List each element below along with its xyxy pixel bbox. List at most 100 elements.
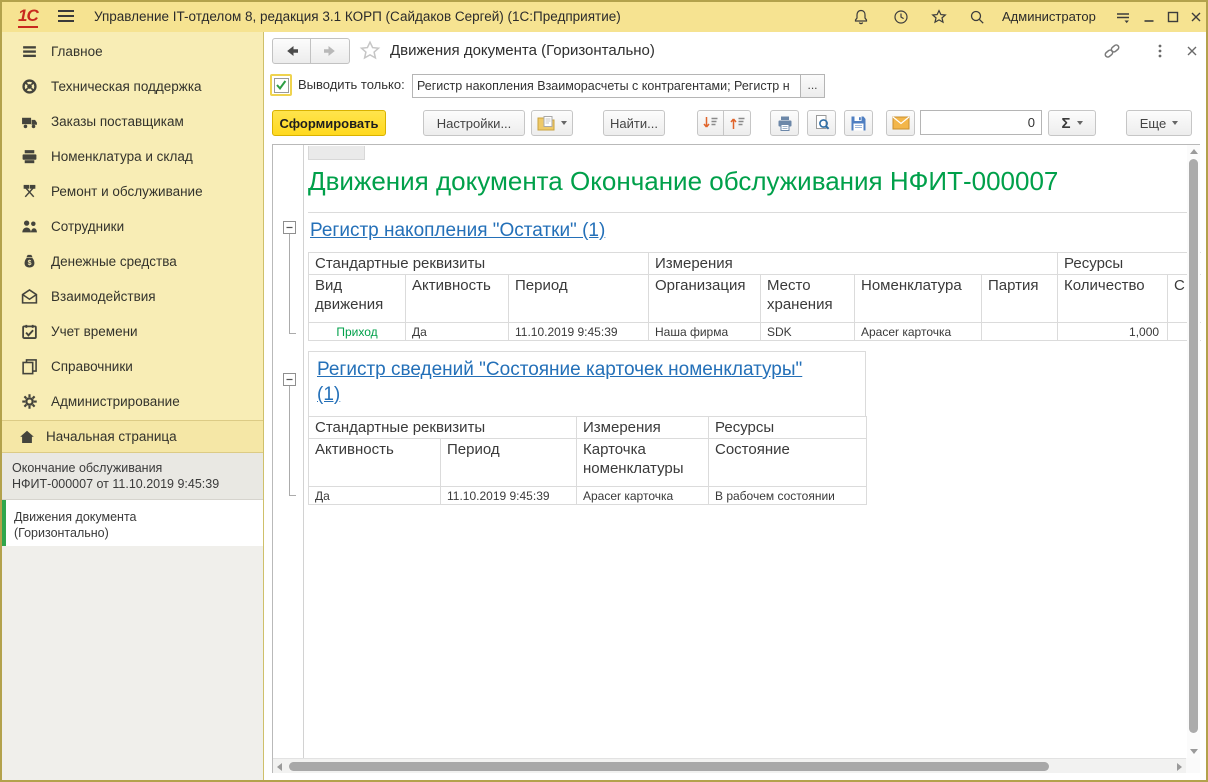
scroll-down-icon[interactable] <box>1190 749 1198 754</box>
service-menu-icon[interactable] <box>1110 5 1136 29</box>
sum-button[interactable]: Σ <box>1048 110 1096 136</box>
sort-descending-icon[interactable] <box>697 110 724 136</box>
sidebar-items: Главное Техническая поддержка Заказы поста… <box>2 34 263 419</box>
report-variants-button[interactable] <box>531 110 573 136</box>
sidebar-item-support[interactable]: Техническая поддержка <box>2 69 263 104</box>
people-icon <box>20 218 38 236</box>
data-cell: SDK <box>761 323 855 341</box>
collapse-group-button[interactable] <box>283 221 296 234</box>
horizontal-scrollbar[interactable] <box>273 758 1186 773</box>
app-window: 1С Управление IT-отделом 8, редакция 3.1… <box>0 0 1208 782</box>
search-icon[interactable] <box>964 5 990 29</box>
sidebar-item-calendar[interactable]: Учет времени <box>2 314 263 349</box>
column-header-cell: Организация <box>649 275 761 323</box>
report-content: Движения документа Окончание обслуживани… <box>305 145 1201 758</box>
scroll-up-icon[interactable] <box>1190 149 1198 154</box>
add-to-favorites-star-icon[interactable] <box>358 39 382 66</box>
register-link[interactable]: Регистр накопления "Остатки" (1) <box>310 220 605 242</box>
send-email-icon[interactable] <box>886 110 915 136</box>
sort-ascending-icon[interactable] <box>724 110 751 136</box>
favorites-star-icon[interactable] <box>926 5 952 29</box>
main-menu-icon[interactable] <box>58 10 74 26</box>
generate-button[interactable]: Сформировать <box>272 110 386 136</box>
support-icon <box>20 78 38 96</box>
calendar-icon <box>20 323 38 341</box>
group-header-cell: Ресурсы <box>1058 253 1201 275</box>
column-header-cell: Партия <box>982 275 1058 323</box>
print-preview-icon[interactable] <box>807 110 836 136</box>
sidebar-item-warehouse[interactable]: Номенклатура и склад <box>2 139 263 174</box>
window-tab-2[interactable]: Движения документа(Горизонтально) <box>2 500 263 550</box>
scroll-right-icon[interactable] <box>1177 763 1182 771</box>
register-link[interactable]: Регистр сведений "Состояние карточек ном… <box>317 357 822 407</box>
sidebar-item-label: Администрирование <box>51 394 180 409</box>
history-icon[interactable] <box>888 5 914 29</box>
close-window-icon[interactable] <box>1183 5 1208 29</box>
group-header-cell: Измерения <box>577 417 709 439</box>
group-header-cell: Измерения <box>649 253 1058 275</box>
sidebar-item-gear[interactable]: Администрирование <box>2 384 263 419</box>
data-cell: Да <box>406 323 509 341</box>
autosum-field[interactable] <box>920 110 1042 135</box>
1c-logo: 1С <box>18 6 38 28</box>
data-cell: Apacer карточка <box>855 323 982 341</box>
minimize-window-icon[interactable] <box>1136 5 1162 29</box>
close-form-icon[interactable] <box>1180 40 1204 62</box>
scrollbar-corner <box>1186 758 1200 773</box>
window-tab-1[interactable]: Окончание обслуживанияНФИТ-000007 от 11.… <box>2 453 263 500</box>
data-cell: Да <box>309 487 441 505</box>
report-spreadsheet: Движения документа Окончание обслуживани… <box>272 144 1200 773</box>
sidebar-item-label: Заказы поставщикам <box>51 114 184 129</box>
vertical-scroll-thumb[interactable] <box>1189 159 1198 733</box>
more-button[interactable]: Еще <box>1126 110 1192 136</box>
more-menu-dots-icon[interactable] <box>1148 40 1172 62</box>
group-bracket <box>289 234 296 334</box>
sidebar-item-money[interactable]: $Денежные средства <box>2 244 263 279</box>
forward-button[interactable] <box>311 38 350 64</box>
sidebar-item-label: Главное <box>51 44 103 59</box>
save-icon[interactable] <box>844 110 873 136</box>
money-icon: $ <box>20 253 38 271</box>
spreadsheet-header-cell <box>308 146 365 160</box>
horizontal-scroll-thumb[interactable] <box>289 762 1049 771</box>
sidebar-item-books[interactable]: Справочники <box>2 349 263 384</box>
tab-label: Окончание обслуживания <box>12 460 255 476</box>
sidebar-item-menu[interactable]: Главное <box>2 34 263 69</box>
sidebar-item-truck[interactable]: Заказы поставщикам <box>2 104 263 139</box>
vertical-scrollbar[interactable] <box>1187 145 1200 758</box>
column-header-cell: Количество <box>1058 275 1168 323</box>
report-section: Регистр сведений "Состояние карточек ном… <box>308 351 866 505</box>
sidebar-item-people[interactable]: Сотрудники <box>2 209 263 244</box>
report-section: Регистр накопления "Остатки" (1)Стандарт… <box>308 212 1192 341</box>
column-header-cell: Активность <box>406 275 509 323</box>
column-header-cell: Состояние <box>709 439 867 487</box>
collapse-group-button[interactable] <box>283 373 296 386</box>
sidebar-item-label: Номенклатура и склад <box>51 149 193 164</box>
show-only-checkbox[interactable] <box>270 74 292 96</box>
get-link-icon[interactable] <box>1100 40 1124 62</box>
more-caret-icon <box>1172 121 1178 125</box>
sidebar-empty-area <box>2 546 263 782</box>
register-filter-choose-button[interactable]: ... <box>801 74 825 98</box>
sort-group <box>697 110 751 136</box>
scroll-left-icon[interactable] <box>277 763 282 771</box>
tab-label: (Горизонтально) <box>14 525 255 541</box>
column-header-cell: Активность <box>309 439 441 487</box>
column-header-cell: Номенклатура <box>855 275 982 323</box>
sidebar-item-flags[interactable]: Ремонт и обслуживание <box>2 174 263 209</box>
checkbox-box <box>274 78 289 93</box>
sidebar-item-label: Сотрудники <box>51 219 124 234</box>
sidebar-item-mail[interactable]: Взаимодействия <box>2 279 263 314</box>
settings-button[interactable]: Настройки... <box>423 110 525 136</box>
titlebar: 1С Управление IT-отделом 8, редакция 3.1… <box>2 2 1206 32</box>
print-icon[interactable] <box>770 110 799 136</box>
back-button[interactable] <box>272 38 311 64</box>
register-filter-input[interactable] <box>412 74 801 98</box>
notifications-bell-icon[interactable] <box>848 5 874 29</box>
report-toolbar: Сформировать Настройки... Найти... <box>264 110 1208 136</box>
home-page-item[interactable]: Начальная страница <box>2 420 263 453</box>
find-button[interactable]: Найти... <box>603 110 665 136</box>
group-bracket <box>289 386 296 496</box>
form-title: Движения документа (Горизонтально) <box>390 38 655 64</box>
current-user[interactable]: Администратор <box>1002 2 1096 32</box>
